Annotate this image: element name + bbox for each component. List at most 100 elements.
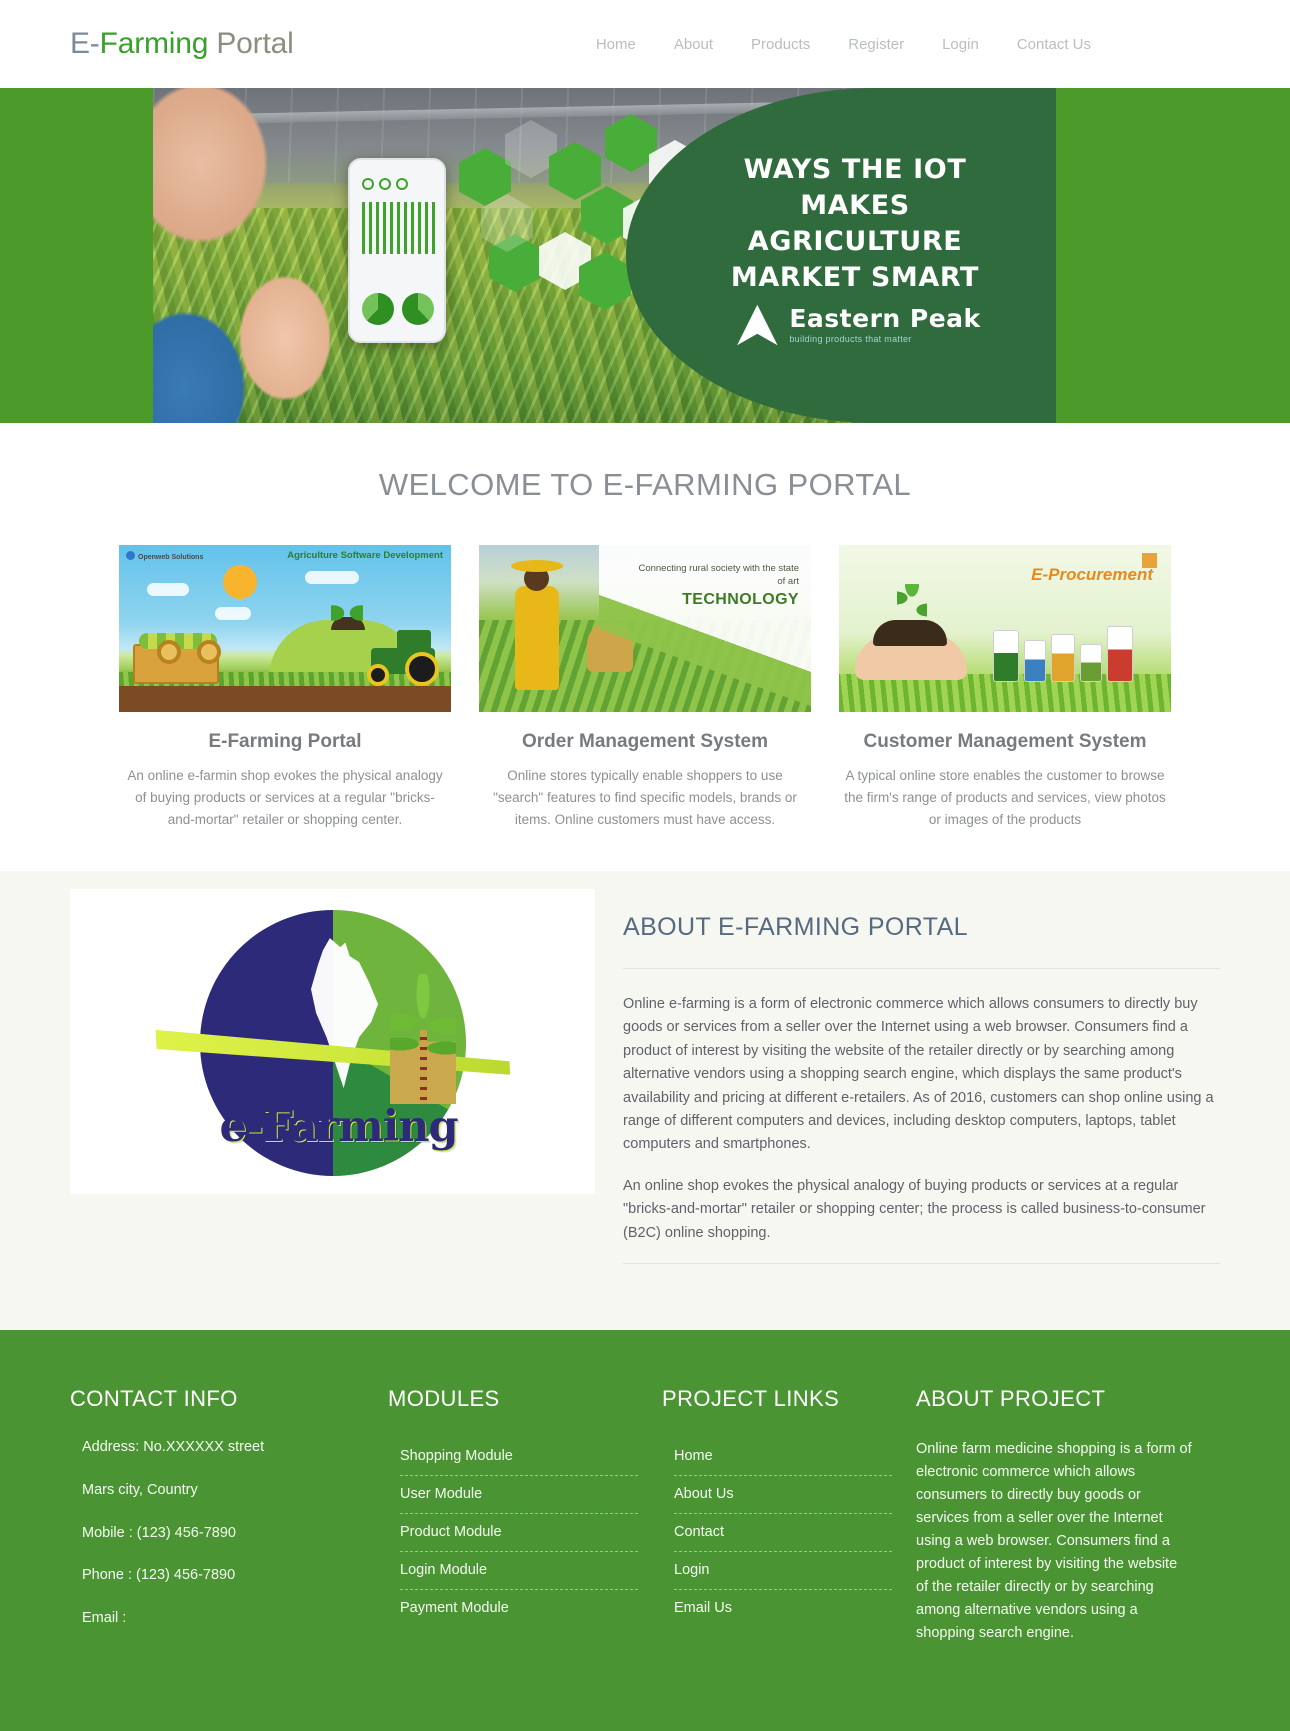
card-title-efarming: E-Farming Portal	[208, 731, 362, 752]
farmer-person	[153, 88, 375, 423]
connecting-rural-text: Connecting rural society with the state …	[638, 563, 799, 587]
pie-chart-icon	[362, 293, 394, 325]
modules-list: Shopping Module User Module Product Modu…	[388, 1438, 638, 1627]
smartphone-dashboard-icon	[348, 158, 446, 343]
nav-item-home[interactable]: Home	[577, 36, 655, 53]
hero-image: WAYS THE IOT MAKES AGRICULTURE MARKET SM…	[153, 88, 1056, 423]
welcome-section: WELCOME TO E-FARMING PORTAL Openweb Solu…	[0, 423, 1290, 871]
card-title-order-management: Order Management System	[521, 731, 769, 752]
site-logo[interactable]: E-Farming Portal	[70, 27, 294, 61]
card-image-customer-management: E-Procurement	[839, 545, 1171, 712]
module-link-shopping[interactable]: Shopping Module	[400, 1438, 638, 1475]
about-title: ABOUT E-FARMING PORTAL	[623, 912, 968, 941]
about-section: e-Farming ABOUT E-FARMING PORTAL Online …	[0, 870, 1290, 1331]
site-footer: CONTACT INFO Address: No.XXXXXX street M…	[0, 1330, 1290, 1731]
openweb-solutions-label: Openweb Solutions	[126, 551, 203, 561]
sugarcane-icon	[389, 974, 456, 1105]
footer-contact-info: CONTACT INFO Address: No.XXXXXX street M…	[70, 1386, 388, 1651]
footer-about-project-text: Online farm medicine shopping is a form …	[916, 1441, 1192, 1641]
eastern-peak-tagline: building products that matter	[789, 334, 912, 344]
sun-icon	[223, 565, 257, 599]
about-divider-top	[623, 967, 1220, 969]
footer-project-links-title: PROJECT LINKS	[662, 1386, 840, 1412]
logo-wordmark: e-Farming	[219, 1102, 458, 1153]
footer-contact-title: CONTACT INFO	[70, 1386, 238, 1412]
list-item: Home	[674, 1438, 892, 1477]
list-item: Login	[674, 1552, 892, 1591]
nav-item-products[interactable]: Products	[732, 36, 829, 53]
seedling-icon	[897, 584, 927, 630]
nav-item-contact-us[interactable]: Contact Us	[998, 36, 1110, 53]
module-link-payment[interactable]: Payment Module	[400, 1590, 638, 1627]
about-paragraph-1: Online e-farming is a form of electronic…	[623, 995, 1214, 1153]
contact-list: Address: No.XXXXXX street Mars city, Cou…	[70, 1438, 364, 1628]
card-text-order-management: Online stores typically enable shoppers …	[493, 768, 797, 827]
project-link-contact[interactable]: Contact	[674, 1514, 892, 1551]
about-paragraph-2: An online shop evokes the physical analo…	[623, 1177, 1206, 1241]
gauge-icons	[362, 178, 408, 190]
technology-text: TECHNOLOGY	[682, 590, 799, 608]
list-item: Payment Module	[400, 1590, 638, 1627]
agriculture-software-label: Agriculture Software Development	[287, 550, 443, 561]
eastern-peak-logo: Eastern Peak building products that matt…	[708, 303, 1008, 347]
card-text-customer-management: A typical online store enables the custo…	[844, 768, 1166, 827]
bar-chart-icon	[362, 202, 436, 254]
brand-part-1: E-	[70, 27, 100, 60]
footer-modules-title: MODULES	[388, 1386, 500, 1412]
contact-mobile: Mobile : (123) 456-7890	[82, 1524, 236, 1541]
project-links-list: Home About Us Contact Login Email Us	[662, 1438, 892, 1627]
feature-card-order-management[interactable]: Connecting rural society with the state …	[479, 545, 811, 831]
project-link-email-us[interactable]: Email Us	[674, 1590, 892, 1627]
product-bottles	[993, 616, 1161, 682]
efarming-logo-art: e-Farming	[168, 896, 498, 1186]
produce-cart-icon	[133, 633, 221, 684]
main-navigation: Home About Products Register Login Conta…	[577, 36, 1220, 53]
openweb-text: Openweb Solutions	[138, 554, 204, 561]
project-link-login[interactable]: Login	[674, 1552, 892, 1589]
footer-project-links: PROJECT LINKS Home About Us Contact Logi…	[662, 1386, 916, 1651]
nav-item-register[interactable]: Register	[829, 36, 923, 53]
contact-email: Email :	[82, 1609, 127, 1626]
about-divider-bottom	[623, 1263, 1220, 1265]
welcome-title: WELCOME TO E-FARMING PORTAL	[378, 467, 912, 502]
feature-card-efarming-portal[interactable]: Openweb Solutions Agriculture Software D…	[119, 545, 451, 831]
hero-banner: WAYS THE IOT MAKES AGRICULTURE MARKET SM…	[0, 88, 1290, 423]
eastern-peak-name: Eastern Peak	[789, 304, 981, 333]
list-item: User Module	[400, 1476, 638, 1515]
module-link-user[interactable]: User Module	[400, 1476, 638, 1513]
connecting-rural-label: Connecting rural society with the state …	[631, 563, 799, 610]
pie-chart-icon-2	[402, 293, 434, 325]
list-item: Contact	[674, 1514, 892, 1553]
project-link-home[interactable]: Home	[674, 1438, 892, 1475]
project-link-about-us[interactable]: About Us	[674, 1476, 892, 1513]
card-image-efarming: Openweb Solutions Agriculture Software D…	[119, 545, 451, 712]
about-content: ABOUT E-FARMING PORTAL Online e-farming …	[623, 889, 1220, 1265]
brand-part-2: Farming	[99, 27, 209, 60]
nav-item-login[interactable]: Login	[923, 36, 998, 53]
contact-address: Address: No.XXXXXX street	[82, 1439, 265, 1456]
module-link-product[interactable]: Product Module	[400, 1514, 638, 1551]
rural-technology-illustration: Connecting rural society with the state …	[479, 545, 811, 712]
footer-about-project: ABOUT PROJECT Online farm medicine shopp…	[916, 1386, 1216, 1651]
card-image-order-management: Connecting rural society with the state …	[479, 545, 811, 712]
contact-city: Mars city, Country	[82, 1481, 198, 1498]
list-item: Product Module	[400, 1514, 638, 1553]
tractor-icon	[353, 630, 445, 686]
feature-cards: Openweb Solutions Agriculture Software D…	[0, 545, 1290, 831]
e-procurement-illustration: E-Procurement	[839, 545, 1171, 712]
list-item: Email Us	[674, 1590, 892, 1627]
module-link-login[interactable]: Login Module	[400, 1552, 638, 1589]
card-text-efarming: An online e-farmin shop evokes the physi…	[127, 768, 443, 827]
list-item: Shopping Module	[400, 1438, 638, 1477]
footer-about-project-title: ABOUT PROJECT	[916, 1386, 1106, 1412]
brand-part-3: Portal	[208, 27, 294, 60]
card-title-customer-management: Customer Management System	[863, 731, 1147, 752]
contact-phone: Phone : (123) 456-7890	[82, 1567, 236, 1584]
nav-item-about[interactable]: About	[655, 36, 732, 53]
feature-card-customer-management[interactable]: E-Procurement Customer Management System…	[839, 545, 1171, 831]
list-item: Login Module	[400, 1552, 638, 1591]
hero-headline: WAYS THE IOT MAKES AGRICULTURE MARKET SM…	[730, 154, 980, 293]
farmer-icon	[511, 560, 563, 690]
mountain-peak-icon	[737, 304, 778, 346]
about-logo-image: e-Farming	[70, 888, 595, 1194]
